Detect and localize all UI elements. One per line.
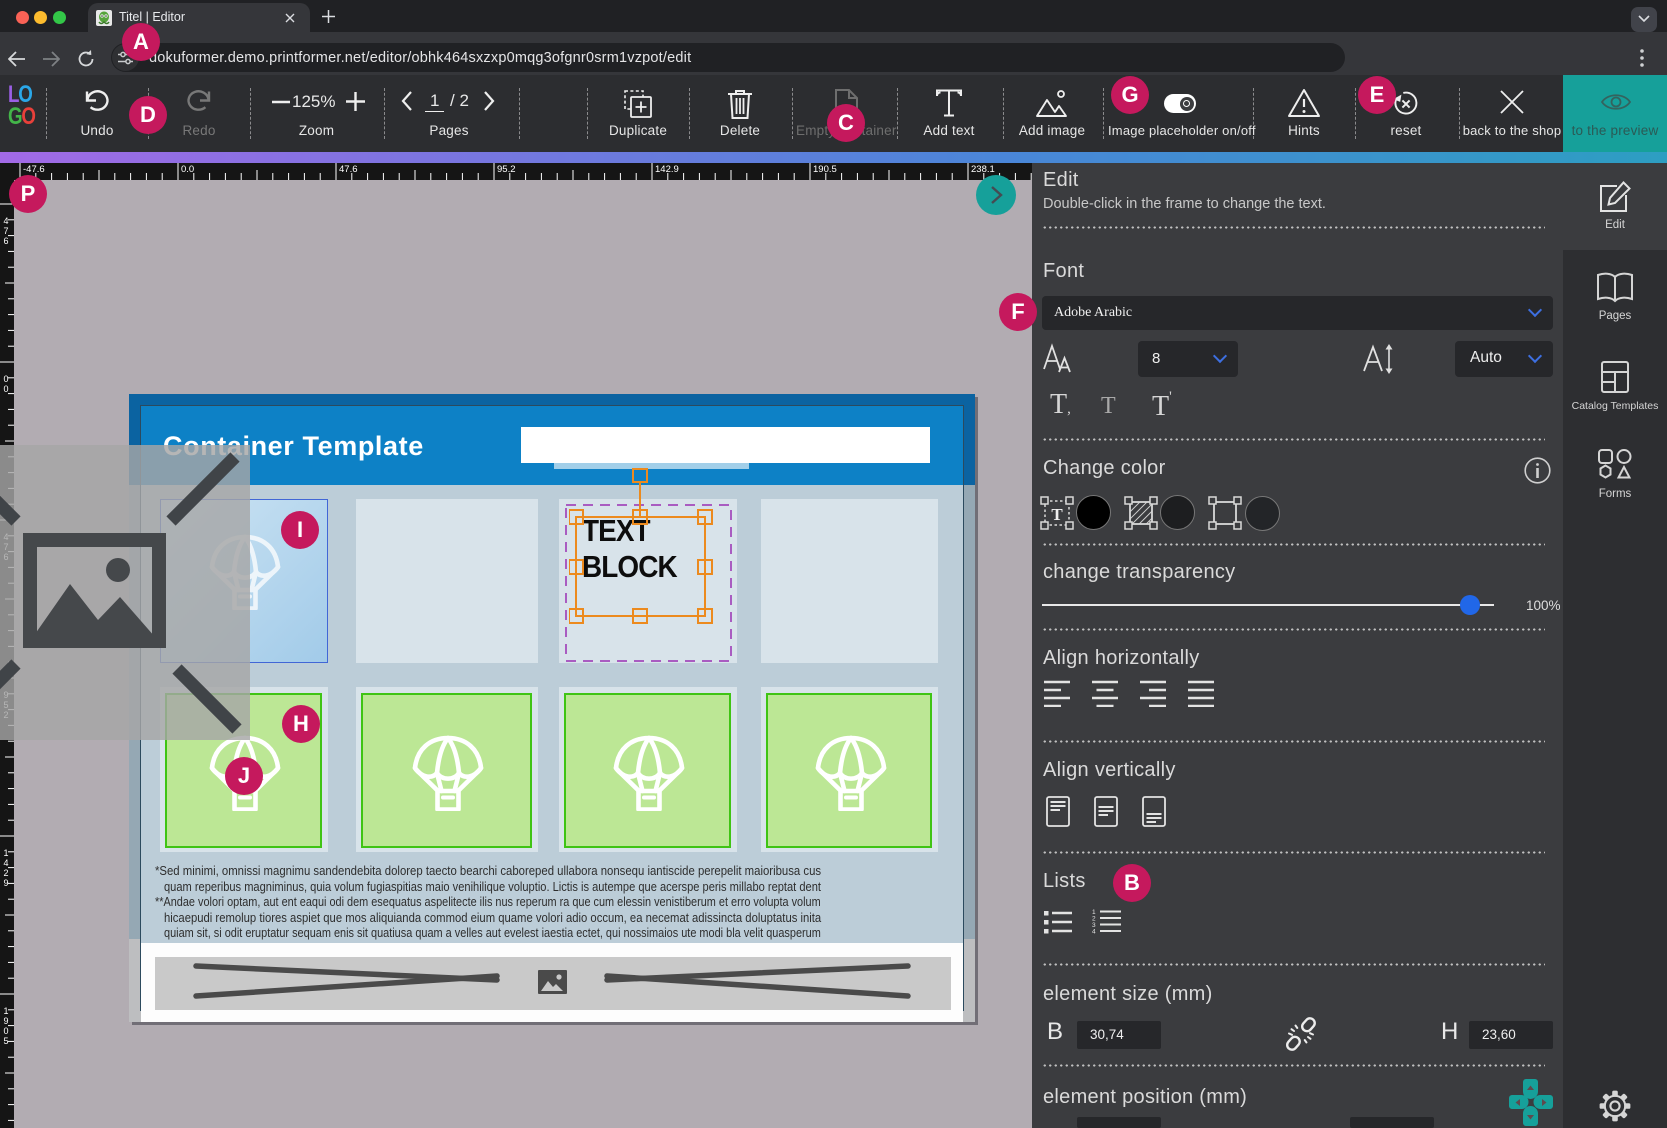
svg-text:95.2: 95.2 (497, 164, 516, 175)
svg-text:4: 4 (4, 216, 9, 226)
svg-text:9: 9 (4, 1016, 9, 1026)
svg-text:-47.6: -47.6 (23, 164, 45, 175)
svg-text:6: 6 (4, 236, 9, 246)
svg-text:7: 7 (4, 226, 9, 236)
svg-text:4: 4 (1092, 929, 1096, 936)
svg-text:47.6: 47.6 (339, 164, 358, 175)
svg-text:1: 1 (4, 1006, 9, 1016)
svg-text:9: 9 (4, 878, 9, 888)
svg-text:238.1: 238.1 (971, 164, 995, 175)
svg-text:0: 0 (4, 384, 9, 394)
svg-text:T: T (1051, 505, 1063, 524)
svg-text:2: 2 (4, 868, 9, 878)
svg-text:190.5: 190.5 (813, 164, 837, 175)
svg-text:0: 0 (4, 1026, 9, 1036)
svg-text:4: 4 (4, 858, 9, 868)
svg-text:0.0: 0.0 (181, 164, 194, 175)
svg-text:142.9: 142.9 (655, 164, 679, 175)
svg-text:5: 5 (4, 1036, 9, 1046)
svg-text:1: 1 (4, 848, 9, 858)
svg-text:0: 0 (4, 374, 9, 384)
